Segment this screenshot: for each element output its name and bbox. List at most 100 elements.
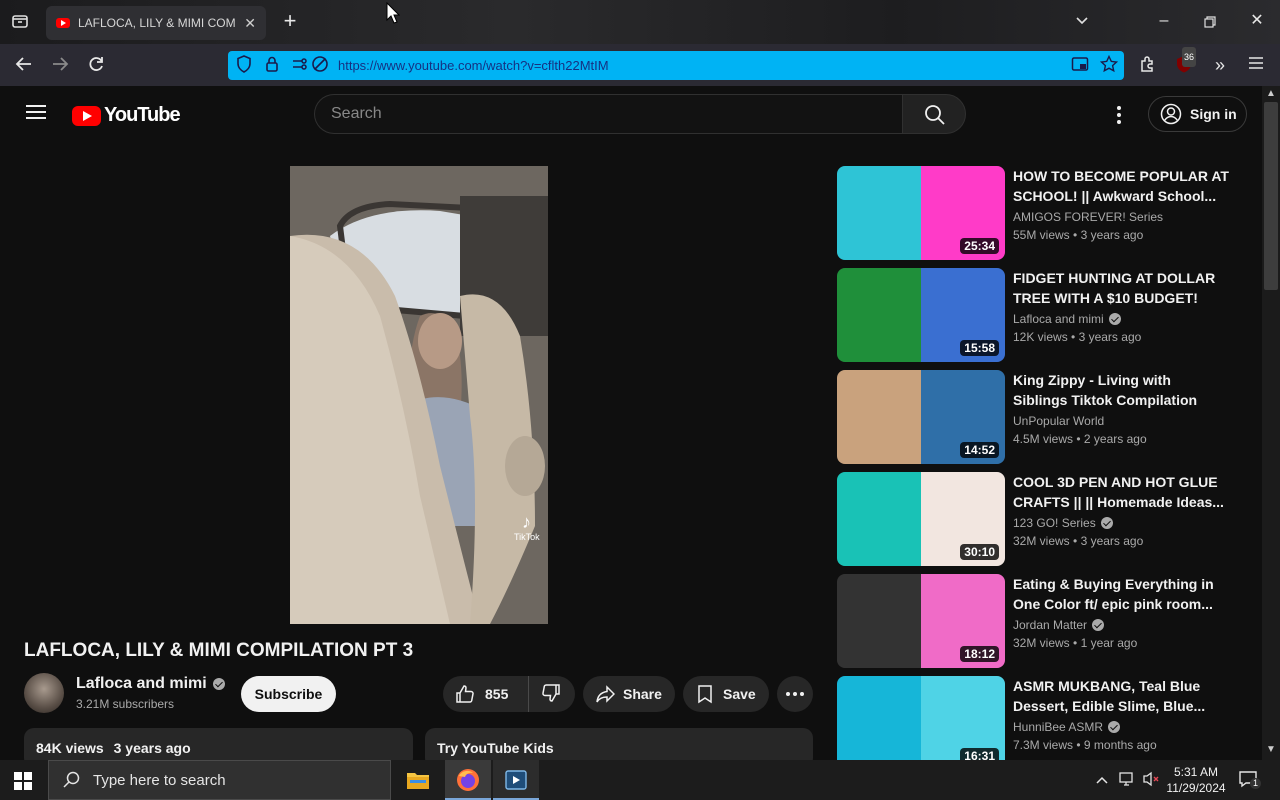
taskbar-search-box[interactable]: Type here to search	[48, 760, 391, 800]
clock-time: 5:31 AM	[1173, 765, 1219, 779]
account-icon	[1160, 103, 1182, 125]
recommended-video[interactable]: 30:10 COOL 3D PEN AND HOT GLUE CRAFTS || …	[837, 472, 1257, 566]
recommended-video-channel[interactable]: HunniBee ASMR	[1013, 720, 1121, 734]
browser-tab-active[interactable]: LAFLOCA, LILY & MIMI COMPI ✕	[46, 6, 266, 40]
windows-start-icon[interactable]	[14, 772, 32, 795]
thumbs-up-icon	[456, 685, 474, 703]
share-button[interactable]: Share	[583, 676, 675, 712]
recommended-video-title[interactable]: King Zippy - Living with Siblings Tiktok…	[1013, 370, 1229, 410]
address-bar-url[interactable]: https://www.youtube.com/watch?v=cflth22M…	[338, 58, 609, 73]
autoplay-blocked-icon[interactable]	[308, 55, 332, 78]
save-button[interactable]: Save	[683, 676, 769, 712]
minimize-window-icon[interactable]: –	[1152, 11, 1176, 31]
recommended-video-channel[interactable]: 123 GO! Series	[1013, 516, 1113, 530]
recommended-video-title[interactable]: Eating & Buying Everything in One Color …	[1013, 574, 1229, 614]
recommended-video-thumbnail[interactable]: 25:34	[837, 166, 1005, 260]
recommended-video-channel[interactable]: Jordan Matter	[1013, 618, 1105, 632]
address-bar[interactable]: https://www.youtube.com/watch?v=cflth22M…	[228, 51, 1124, 80]
scroll-up-icon[interactable]: ▲	[1266, 88, 1276, 99]
recommended-video-thumbnail[interactable]: 15:58	[837, 268, 1005, 362]
clock-date: 11/29/2024	[1166, 781, 1226, 795]
back-arrow-icon[interactable]	[12, 55, 36, 78]
channel-label: HunniBee ASMR	[1013, 720, 1104, 734]
clock[interactable]: 5:31 AM 11/29/2024	[1164, 764, 1228, 796]
more-tools-chevron-icon[interactable]: »	[1208, 55, 1232, 75]
picture-in-picture-icon[interactable]	[1068, 55, 1092, 78]
more-settings-icon[interactable]	[1116, 106, 1122, 129]
recommended-video-age: 3 years ago	[1080, 534, 1144, 548]
view-count: 84K views	[36, 740, 104, 756]
video-player[interactable]: ♪ TikTok	[290, 166, 548, 624]
recommended-video-thumbnail[interactable]: 30:10	[837, 472, 1005, 566]
recommended-video[interactable]: 14:52 King Zippy - Living with Siblings T…	[837, 370, 1257, 464]
tracking-protection-icon[interactable]	[232, 55, 256, 78]
recommended-video[interactable]: 16:31 ASMR MUKBANG, Teal Blue Dessert, Ed…	[837, 676, 1257, 770]
forward-arrow-icon[interactable]	[48, 55, 72, 78]
recommended-video-title[interactable]: COOL 3D PEN AND HOT GLUE CRAFTS || || Ho…	[1013, 472, 1229, 512]
close-window-icon[interactable]: ✕	[1245, 11, 1269, 31]
ublock-extension-icon[interactable]: 36	[1172, 47, 1197, 78]
recommended-video-views: 55M views	[1013, 228, 1070, 242]
recommended-video-meta: 32M views • 1 year ago	[1013, 636, 1137, 650]
more-actions-button[interactable]	[777, 676, 813, 712]
scroll-down-icon[interactable]: ▼	[1266, 744, 1276, 755]
network-icon[interactable]	[1118, 771, 1136, 792]
recommended-video-title[interactable]: FIDGET HUNTING AT DOLLAR TREE WITH A $10…	[1013, 268, 1229, 308]
recommended-video[interactable]: 25:34 HOW TO BECOME POPULAR AT SCHOOL! ||…	[837, 166, 1257, 260]
recommended-video-thumbnail[interactable]: 16:31	[837, 676, 1005, 770]
recommended-video-channel[interactable]: AMIGOS FOREVER! Series	[1013, 210, 1163, 224]
extensions-puzzle-icon[interactable]	[1136, 55, 1160, 78]
recommended-video-title[interactable]: ASMR MUKBANG, Teal Blue Dessert, Edible …	[1013, 676, 1229, 716]
tab-list-icon[interactable]	[8, 12, 32, 35]
search-button[interactable]	[902, 94, 966, 134]
recommended-video-title[interactable]: HOW TO BECOME POPULAR AT SCHOOL! || Awkw…	[1013, 166, 1229, 206]
like-button[interactable]: 855	[443, 676, 529, 712]
recommended-video-age: 9 months ago	[1083, 738, 1157, 752]
restore-window-icon[interactable]	[1198, 13, 1222, 33]
sign-in-button[interactable]: Sign in	[1148, 96, 1247, 132]
show-hidden-icons-chevron-icon[interactable]	[1096, 772, 1108, 790]
recommended-video-age: 2 years ago	[1083, 432, 1147, 446]
channel-label: UnPopular World	[1013, 414, 1105, 428]
meta-separator: •	[1073, 432, 1084, 446]
tab-close-icon[interactable]: ✕	[244, 15, 256, 32]
browser-tab-strip: LAFLOCA, LILY & MIMI COMPI ✕ + – ✕	[0, 0, 1280, 44]
bookmark-star-icon[interactable]	[1097, 54, 1121, 78]
recommended-video-age: 3 years ago	[1078, 330, 1142, 344]
recommended-video-thumbnail[interactable]: 14:52	[837, 370, 1005, 464]
media-app-taskbar-icon[interactable]	[493, 760, 539, 800]
recommended-video-channel[interactable]: UnPopular World	[1013, 414, 1104, 428]
subscribe-button[interactable]: Subscribe	[241, 676, 336, 712]
lock-icon[interactable]	[260, 55, 284, 78]
taskbar-search-placeholder: Type here to search	[93, 771, 226, 789]
recommended-video-thumbnail[interactable]: 18:12	[837, 574, 1005, 668]
channel-name[interactable]: Lafloca and mimi	[76, 675, 207, 693]
youtube-logo[interactable]: YouTube	[72, 104, 181, 127]
channel-avatar[interactable]	[24, 673, 64, 713]
dislike-button[interactable]	[529, 683, 561, 706]
firefox-taskbar-icon[interactable]	[445, 760, 491, 800]
extension-badge: 36	[1182, 47, 1197, 67]
share-icon	[596, 685, 615, 703]
reload-icon[interactable]	[84, 55, 108, 78]
search-icon	[925, 105, 945, 125]
more-horizontal-icon	[786, 692, 804, 696]
mouse-cursor-icon	[386, 2, 400, 24]
recommended-video-views: 32M views	[1013, 534, 1070, 548]
video-duration: 14:52	[960, 442, 999, 458]
app-menu-icon[interactable]	[1244, 55, 1268, 76]
list-all-tabs-icon[interactable]	[1070, 12, 1094, 32]
volume-muted-icon[interactable]	[1142, 771, 1160, 792]
verified-badge-icon	[1108, 721, 1121, 733]
scrollbar-thumb[interactable]	[1264, 102, 1278, 290]
recommended-video[interactable]: 18:12 Eating & Buying Everything in One C…	[837, 574, 1257, 668]
notification-center-icon[interactable]: 1	[1238, 770, 1261, 793]
sign-in-label: Sign in	[1190, 106, 1237, 122]
new-tab-icon[interactable]: +	[278, 10, 302, 32]
search-input[interactable]: Search	[314, 94, 902, 134]
verified-badge-icon	[212, 678, 225, 690]
guide-menu-icon[interactable]	[26, 104, 46, 125]
file-explorer-icon[interactable]	[406, 769, 430, 796]
recommended-video-channel[interactable]: Lafloca and mimi	[1013, 312, 1121, 326]
recommended-video[interactable]: 15:58 FIDGET HUNTING AT DOLLAR TREE WITH …	[837, 268, 1257, 362]
